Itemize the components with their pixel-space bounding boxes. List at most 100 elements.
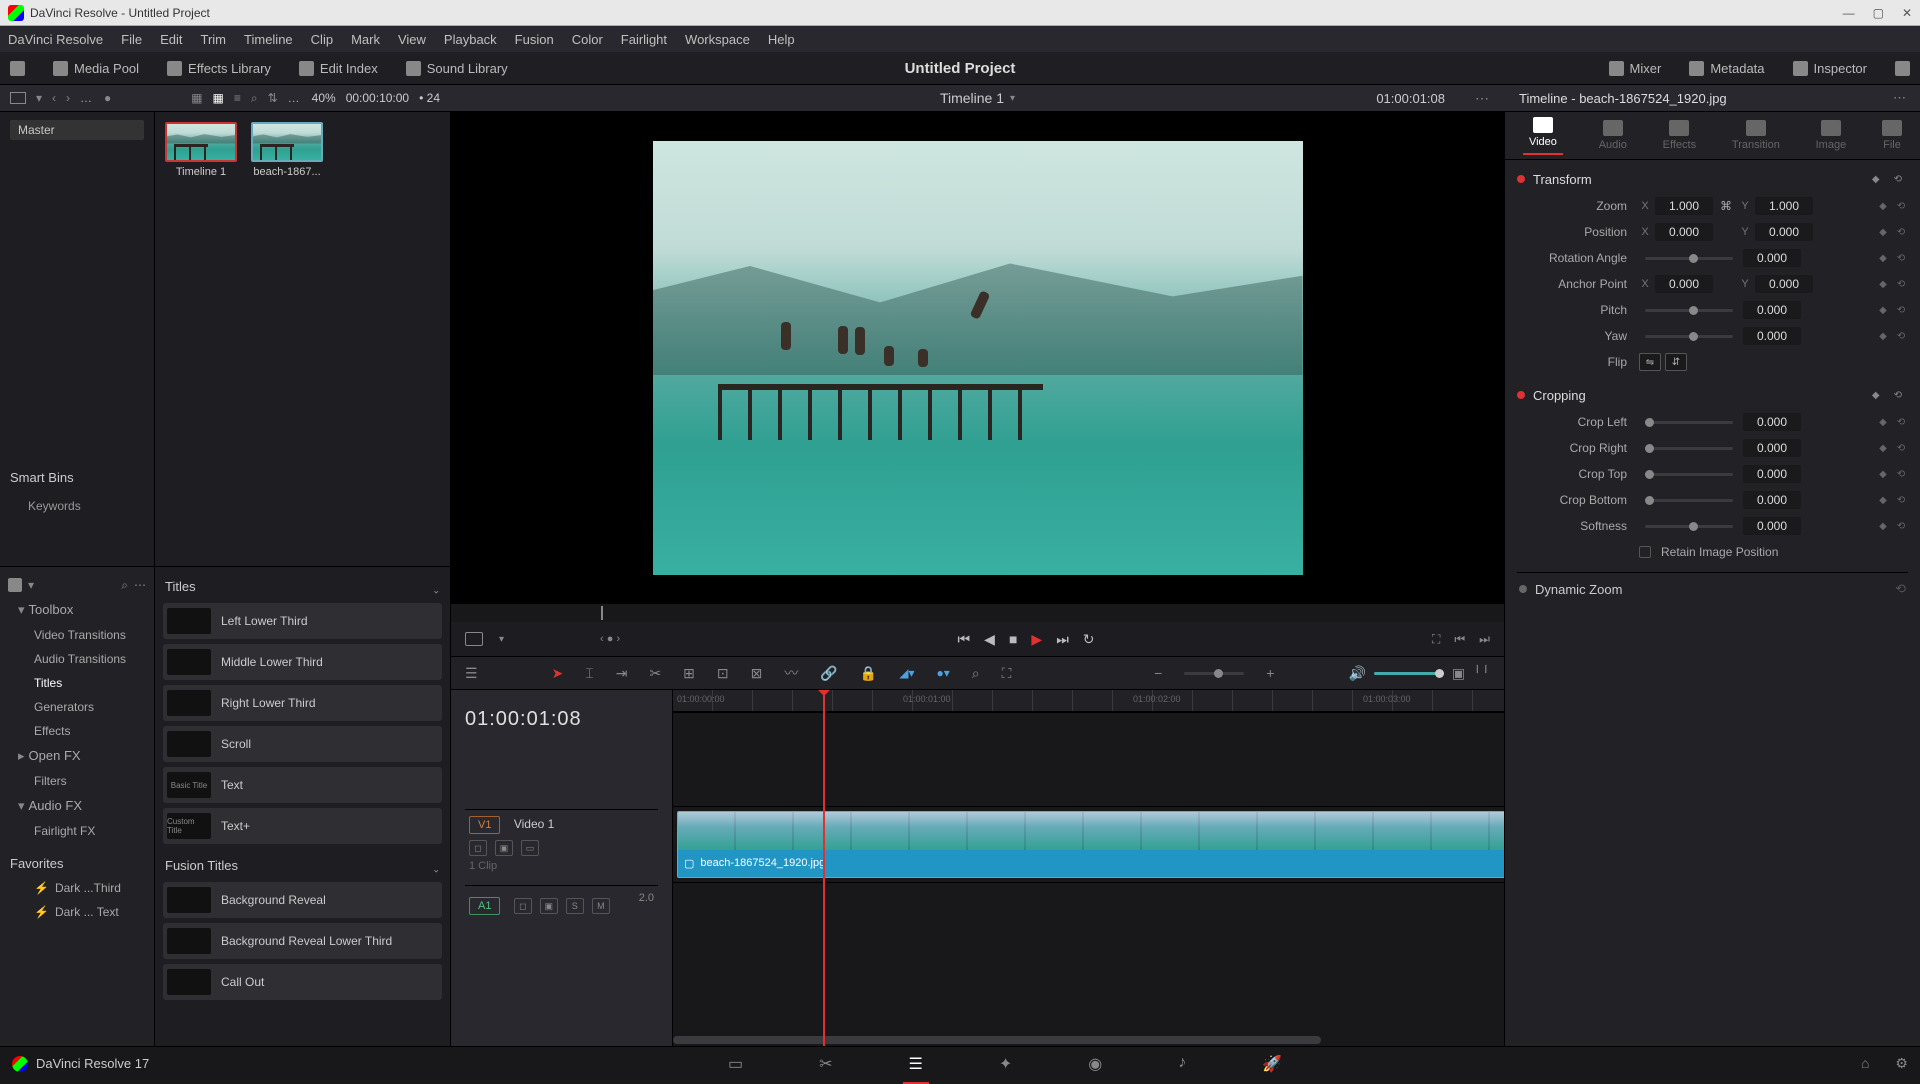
title-left-lower-third[interactable]: Left Lower Third (163, 603, 442, 639)
keyframe-icon[interactable]: ◆ (1872, 174, 1880, 185)
menu-mark[interactable]: Mark (351, 32, 380, 47)
title-text-plus[interactable]: Custom TitleText+ (163, 808, 442, 844)
cropping-header[interactable]: Cropping◆⟲ (1517, 382, 1908, 408)
more-icon[interactable]: … (80, 91, 94, 105)
record-arm-icon[interactable]: ▣ (540, 898, 558, 914)
nav-fwd-icon[interactable]: › (66, 91, 70, 105)
inspector-toggle[interactable]: Inspector (1793, 61, 1867, 76)
zoom-in-icon[interactable]: + (1266, 665, 1274, 681)
tree-toolbox[interactable]: ▾Toolbox (0, 597, 154, 623)
menu-timeline[interactable]: Timeline (244, 32, 293, 47)
tree-video-transitions[interactable]: Video Transitions (0, 623, 154, 647)
home-icon[interactable]: ⌂ (1861, 1055, 1869, 1072)
chevron-down-icon[interactable]: ▾ (1010, 93, 1015, 104)
title-text[interactable]: Basic TitleText (163, 767, 442, 803)
track-header-a1[interactable]: A1 ◻▣SM 2.0 (465, 885, 658, 925)
disable-icon[interactable]: ▭ (521, 840, 539, 856)
settings-icon[interactable]: ⚙ (1895, 1055, 1908, 1072)
menu-file[interactable]: File (121, 32, 142, 47)
fav-dark-third[interactable]: ⚡Dark ...Third (0, 876, 154, 900)
flag-tool[interactable]: ◢▾ (899, 666, 914, 680)
tab-file[interactable]: File (1882, 120, 1902, 151)
sound-library-toggle[interactable]: Sound Library (406, 61, 508, 76)
viewer-clip-name[interactable]: Timeline 1 (940, 90, 1004, 106)
panel-icon[interactable] (8, 578, 22, 592)
viewer-zoom[interactable]: 40% (312, 91, 336, 105)
bin-master[interactable]: Master (10, 120, 144, 140)
dynamic-zoom-header[interactable]: Dynamic Zoom⟲ (1517, 572, 1908, 605)
viewer-more-icon[interactable]: ⋯ (1475, 90, 1489, 107)
zoom-out-icon[interactable]: − (1154, 665, 1162, 681)
menu-fairlight[interactable]: Fairlight (621, 32, 667, 47)
dynamic-trim-tool[interactable]: ⇥ (616, 665, 628, 682)
smart-bin-keywords[interactable]: Keywords (10, 495, 144, 517)
lock-icon[interactable]: ◻ (469, 840, 487, 856)
fusion-titles-header[interactable]: Fusion Titles⌃ (163, 854, 442, 877)
find-tool[interactable]: ⌕ (972, 665, 980, 682)
clip-timeline-1[interactable]: Timeline 1 (165, 122, 237, 178)
tree-effects[interactable]: Effects (0, 719, 154, 743)
zoom-fit[interactable]: ⛶ (1002, 665, 1012, 682)
volume-slider[interactable] (1374, 672, 1444, 675)
in-out-nav[interactable]: ‹ ● › (600, 633, 620, 645)
reset-icon[interactable]: ⟲ (1894, 174, 1902, 185)
edit-index-toggle[interactable]: Edit Index (299, 61, 378, 76)
timeline-ruler[interactable]: 01:00:00:00 01:00:01:00 01:00:02:00 01:0… (673, 690, 1504, 712)
overlay-icon[interactable] (465, 632, 483, 646)
close-button[interactable]: ✕ (1902, 6, 1912, 20)
page-fairlight[interactable]: ♪ (1172, 1050, 1192, 1078)
chevron-down-icon[interactable]: ▾ (36, 91, 42, 105)
fusion-background-reveal[interactable]: Background Reveal (163, 882, 442, 918)
metadata-toggle[interactable]: Metadata (1689, 61, 1764, 76)
sort-icon[interactable]: ⇅ (268, 91, 278, 105)
solo-icon[interactable]: S (566, 898, 584, 914)
viewer-scrubber[interactable] (451, 604, 1504, 622)
tree-audiofx[interactable]: ▾Audio FX (0, 793, 154, 819)
menu-trim[interactable]: Trim (201, 32, 227, 47)
tree-filters[interactable]: Filters (0, 769, 154, 793)
title-middle-lower-third[interactable]: Middle Lower Third (163, 644, 442, 680)
bin-view-icon[interactable] (10, 92, 26, 104)
tab-effects[interactable]: Effects (1663, 120, 1696, 151)
effects-library-toggle[interactable]: Effects Library (167, 61, 271, 76)
clip-beach[interactable]: beach-1867... (251, 122, 323, 178)
timeline-hscroll[interactable] (673, 1036, 1321, 1044)
chevron-down-icon[interactable]: ▾ (499, 634, 504, 645)
timeline-body[interactable]: 01:00:00:00 01:00:01:00 01:00:02:00 01:0… (673, 690, 1504, 1046)
transform-header[interactable]: Transform◆⟲ (1517, 166, 1908, 192)
overwrite-tool[interactable]: ⊡ (717, 665, 729, 682)
titles-group-header[interactable]: Titles⌃ (163, 575, 442, 598)
more-icon[interactable]: ⋯ (134, 578, 146, 592)
menu-color[interactable]: Color (572, 32, 603, 47)
link-tool[interactable]: 🔗 (820, 665, 837, 682)
expand-button[interactable] (1895, 61, 1910, 76)
menu-help[interactable]: Help (768, 32, 795, 47)
fav-dark-text[interactable]: ⚡Dark ... Text (0, 900, 154, 924)
last-frame-button[interactable]: ⏭ (1056, 631, 1069, 648)
inspector-more-icon[interactable]: ⋯ (1893, 90, 1906, 106)
thumb-view-icon[interactable]: ▦ (191, 91, 202, 105)
flip-h-button[interactable]: ⇋ (1639, 353, 1661, 371)
reset-icon[interactable]: ⟲ (1894, 201, 1908, 212)
insert-tool[interactable]: ⊞ (683, 665, 695, 682)
tree-generators[interactable]: Generators (0, 695, 154, 719)
retain-checkbox[interactable] (1639, 546, 1651, 558)
page-deliver[interactable]: 🚀 (1256, 1050, 1288, 1078)
tab-image[interactable]: Image (1816, 120, 1847, 151)
tab-audio[interactable]: Audio (1599, 120, 1627, 151)
page-edit[interactable]: ☰ (903, 1050, 929, 1078)
fusion-call-out[interactable]: Call Out (163, 964, 442, 1000)
step-fwd-icon[interactable]: ⏭ (1479, 632, 1490, 647)
meters-icon[interactable]: ╵╵ (1473, 665, 1490, 682)
list-view-icon[interactable]: ≡ (234, 91, 241, 105)
link-icon[interactable]: ⌘ (1717, 199, 1735, 213)
title-scroll[interactable]: Scroll (163, 726, 442, 762)
search-icon[interactable]: ⌕ (251, 91, 258, 106)
selection-tool[interactable]: ➤ (552, 665, 564, 682)
zoom-slider[interactable] (1184, 672, 1244, 675)
replace-tool[interactable]: ⊠ (751, 665, 763, 682)
title-right-lower-third[interactable]: Right Lower Third (163, 685, 442, 721)
lock-icon[interactable]: 🔒 (860, 665, 877, 682)
first-frame-button[interactable]: ⏮ (958, 631, 971, 648)
viewer-timecode[interactable]: 01:00:01:08 (1376, 91, 1445, 106)
